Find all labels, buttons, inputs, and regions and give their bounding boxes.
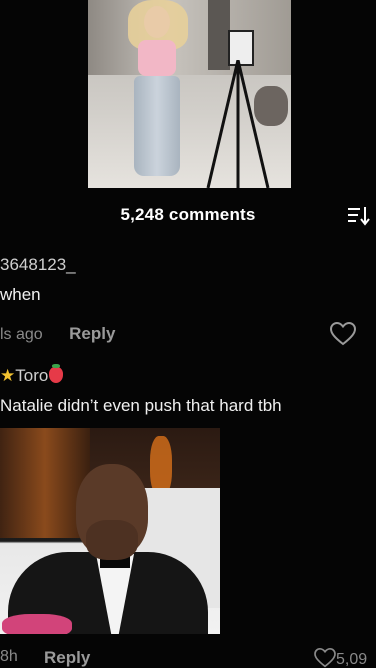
like-count-group[interactable]: 5,09 <box>314 647 368 668</box>
comment-time: 8h <box>0 648 18 665</box>
video-thumbnail[interactable] <box>88 0 291 188</box>
comment-time: ls ago <box>0 326 43 343</box>
comment-username[interactable]: 3648123_ <box>0 255 76 275</box>
thumbnail-jeans <box>134 76 180 176</box>
heart-icon <box>314 647 336 668</box>
comment-text: Natalie didn’t even push that hard tbh <box>0 396 282 415</box>
comment-meta: 8h Reply 5,09 <box>0 647 376 668</box>
gif-hand <box>86 520 138 560</box>
strawberry-icon <box>49 364 64 383</box>
gif-light <box>150 436 172 496</box>
comment-gif[interactable] <box>0 428 220 634</box>
gif-pink-cloth <box>2 614 72 634</box>
comments-header: 5,248 comments <box>0 200 376 230</box>
reply-button[interactable]: Reply <box>69 324 115 343</box>
comment-username: Toro <box>15 366 49 385</box>
comment-username-row[interactable]: ★Toro <box>0 364 64 386</box>
comment-meta: ls ago Reply <box>0 324 115 344</box>
thumbnail-face <box>144 6 170 38</box>
comments-count: 5,248 comments <box>120 205 256 224</box>
heart-icon[interactable] <box>330 322 356 346</box>
sort-icon[interactable] <box>346 204 370 226</box>
thumbnail-top <box>138 40 176 76</box>
like-count: 5,09 <box>336 651 368 668</box>
comment-text: when <box>0 285 41 304</box>
star-icon: ★ <box>0 366 16 385</box>
reply-button[interactable]: Reply <box>44 648 90 668</box>
thumbnail-crouching-person <box>254 86 288 126</box>
comments-screen: 5,248 comments 3648123_ when ls ago Repl… <box>0 0 376 668</box>
